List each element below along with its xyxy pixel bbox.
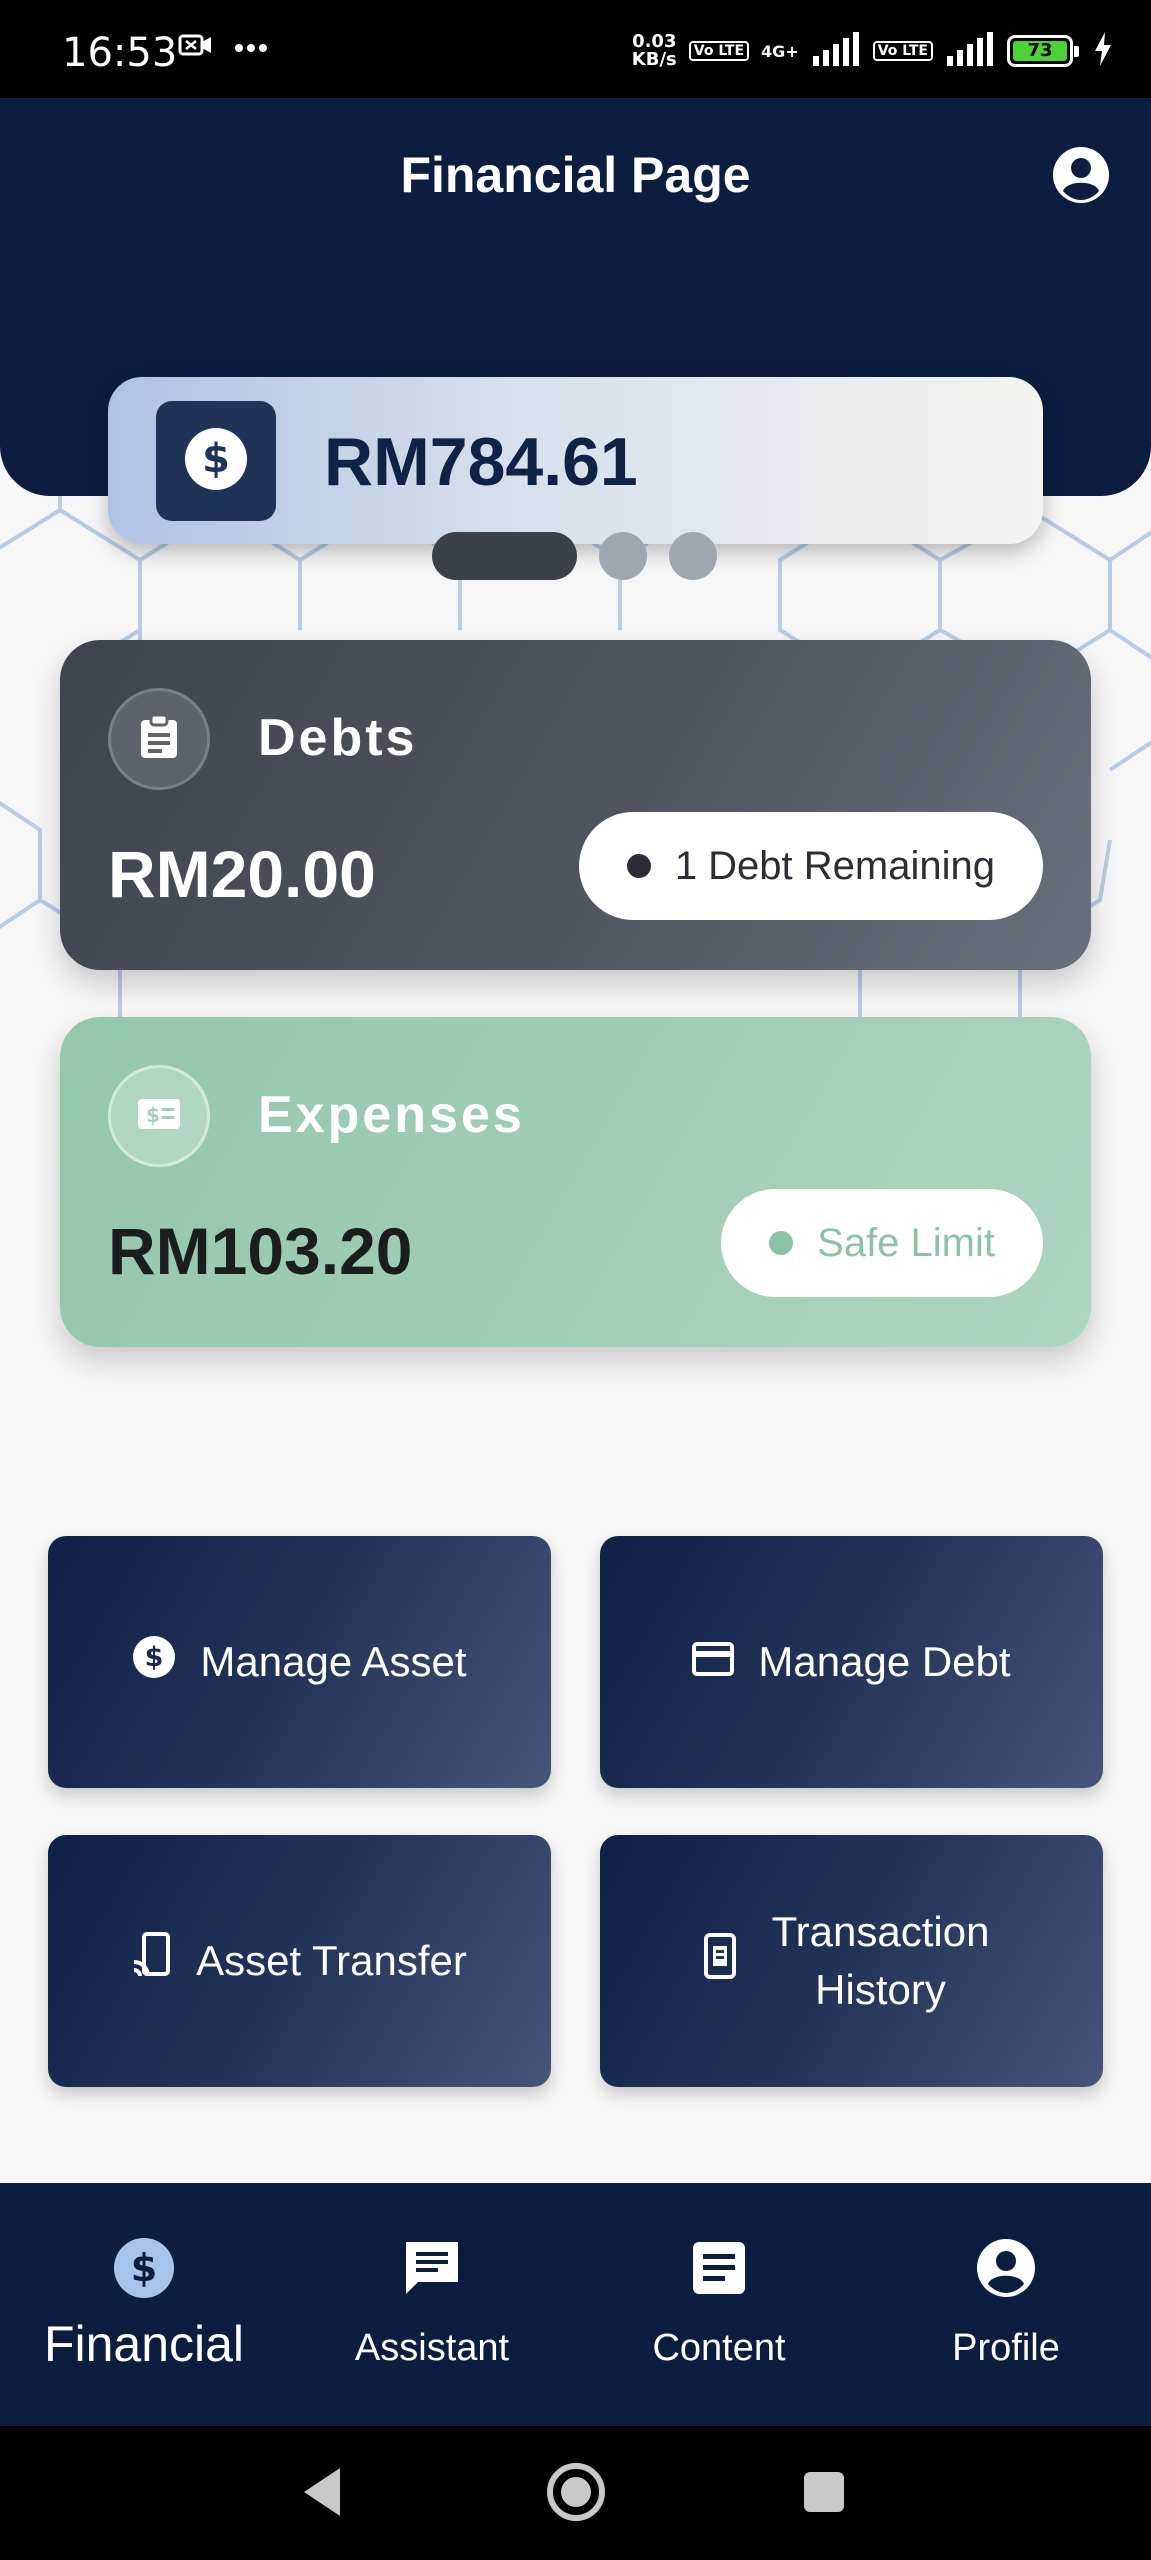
home-icon[interactable] xyxy=(546,2462,606,2526)
more-icon xyxy=(234,38,268,57)
nav-label-content: Content xyxy=(652,2327,786,2369)
manage-asset-button[interactable]: $ Manage Asset xyxy=(48,1536,551,1788)
asset-transfer-label: Asset Transfer xyxy=(196,1937,467,1984)
expenses-amount: RM103.20 xyxy=(108,1214,413,1288)
nav-label-profile: Profile xyxy=(952,2327,1060,2369)
balance-icon-box: $ xyxy=(156,401,276,521)
header: Financial Page $ RM784.61 xyxy=(0,98,1151,544)
badge-dot xyxy=(626,854,651,878)
debts-icon-circle xyxy=(108,688,210,790)
nav-item-financial[interactable]: $ Financial xyxy=(14,2235,274,2373)
status-time: 16:53 xyxy=(62,30,178,76)
account-circle-icon xyxy=(976,2238,1036,2302)
pager-dot[interactable] xyxy=(599,532,647,580)
badge-dot xyxy=(769,1231,794,1255)
debts-status-badge: 1 Debt Remaining xyxy=(578,812,1043,920)
expenses-title: Expenses xyxy=(258,1086,525,1144)
dollar-circle-icon: $ xyxy=(113,2237,175,2303)
expenses-icon-circle: $ xyxy=(108,1065,210,1167)
svg-text:$: $ xyxy=(146,1103,160,1127)
battery-level: 73 xyxy=(1013,41,1067,61)
nav-label-financial: Financial xyxy=(43,2316,245,2372)
clipboard-icon xyxy=(138,713,180,764)
expenses-card[interactable]: $ Expenses RM103.20 Safe Limit xyxy=(60,1017,1091,1347)
cast-phone-icon xyxy=(132,1932,172,1990)
manage-debt-label: Manage Debt xyxy=(758,1638,1011,1685)
asset-transfer-button[interactable]: Asset Transfer xyxy=(48,1835,551,2087)
volte-badge: Vo LTE xyxy=(688,41,750,61)
receipt-phone-icon xyxy=(703,1932,737,1990)
status-bar: 16:53 0.03 KB/s Vo LTE 4G+ Vo LTE 73 xyxy=(0,0,1151,98)
recents-icon[interactable] xyxy=(800,2462,848,2526)
pager-dot[interactable] xyxy=(669,532,717,580)
bottom-navigation: $ Financial Assistant Content Profile xyxy=(0,2183,1151,2426)
page-title: Financial Page xyxy=(400,147,751,203)
balance-card[interactable]: $ RM784.61 xyxy=(108,377,1043,544)
transaction-history-button[interactable]: Transaction History xyxy=(600,1835,1103,2087)
nav-item-content[interactable]: Content xyxy=(589,2235,849,2370)
article-icon xyxy=(691,2240,747,2300)
network-type: 4G+ xyxy=(761,41,799,61)
nav-label-assistant: Assistant xyxy=(354,2327,510,2369)
debts-title: Debts xyxy=(258,709,418,767)
debts-amount: RM20.00 xyxy=(108,837,376,911)
card-pager[interactable] xyxy=(432,532,717,580)
back-icon[interactable] xyxy=(298,2462,346,2526)
battery-icon: 73 xyxy=(1007,35,1079,67)
svg-text:$: $ xyxy=(202,436,230,482)
chat-icon xyxy=(402,2238,462,2302)
charging-icon xyxy=(1093,32,1113,70)
nav-item-profile[interactable]: Profile xyxy=(876,2235,1136,2370)
pager-dot-active[interactable] xyxy=(432,532,577,580)
manage-debt-button[interactable]: Manage Debt xyxy=(600,1536,1103,1788)
signal-icon-2 xyxy=(945,32,995,70)
debts-badge-label: 1 Debt Remaining xyxy=(674,843,995,888)
expenses-badge-label: Safe Limit xyxy=(817,1220,995,1265)
nav-item-assistant[interactable]: Assistant xyxy=(302,2235,562,2370)
system-navigation-bar xyxy=(0,2426,1151,2560)
svg-text:$: $ xyxy=(145,1642,164,1673)
manage-asset-label: Manage Asset xyxy=(200,1638,467,1685)
signal-icon xyxy=(811,32,861,70)
profile-button[interactable] xyxy=(1052,146,1110,204)
credit-card-icon xyxy=(692,1638,735,1686)
debts-card[interactable]: Debts RM20.00 1 Debt Remaining xyxy=(60,640,1091,970)
transaction-history-label: Transaction History xyxy=(771,1908,990,2013)
money-icon: $ xyxy=(136,1096,182,1136)
balance-amount: RM784.61 xyxy=(324,424,638,500)
dollar-circle-icon: $ xyxy=(183,426,249,496)
svg-text:$: $ xyxy=(131,2246,157,2290)
expenses-status-badge: Safe Limit xyxy=(721,1189,1043,1297)
account-circle-icon xyxy=(1052,147,1110,208)
network-speed: 0.03 KB/s xyxy=(631,31,677,70)
dollar-circle-icon: $ xyxy=(132,1635,176,1689)
volte-badge-2: Vo LTE xyxy=(872,41,933,61)
screen-record-icon xyxy=(178,30,214,64)
